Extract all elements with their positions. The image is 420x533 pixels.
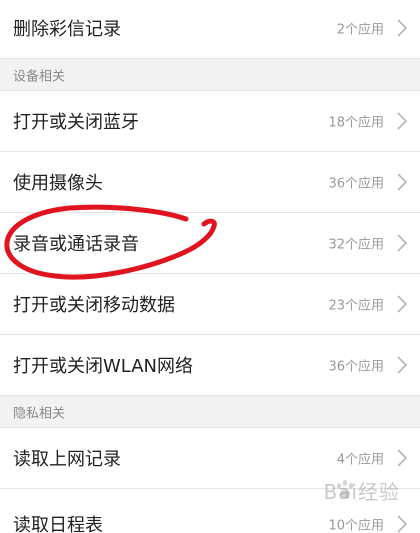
row-label: 打开或关闭WLAN网络 <box>13 356 194 377</box>
chevron-right-icon <box>397 112 408 130</box>
chevron-right-icon <box>397 173 408 191</box>
chevron-right-icon <box>397 449 408 467</box>
row-label: 读取日程表 <box>13 515 103 533</box>
row-label: 读取上网记录 <box>13 449 121 470</box>
row-app-count: 10个应用 <box>328 518 384 533</box>
chevron-right-icon <box>397 295 408 313</box>
watermark-text: Bai经验 <box>323 480 400 504</box>
list-item-record-audio[interactable]: 录音或通话录音 32个应用 <box>0 213 420 274</box>
row-app-count: 36个应用 <box>328 359 384 375</box>
section-title: 设备相关 <box>13 69 66 84</box>
chevron-right-icon <box>397 515 408 533</box>
row-label: 打开或关闭蓝牙 <box>13 112 139 133</box>
row-app-count: 32个应用 <box>328 237 384 253</box>
section-header-privacy: 隐私相关 <box>0 396 420 428</box>
row-app-count: 23个应用 <box>328 298 384 314</box>
chevron-right-icon <box>397 356 408 374</box>
list-item-delete-mms[interactable]: 删除彩信记录 2个应用 <box>0 0 420 59</box>
row-label: 使用摄像头 <box>13 173 103 194</box>
chevron-right-icon <box>397 19 408 37</box>
row-label: 打开或关闭移动数据 <box>13 295 175 316</box>
chevron-right-icon <box>397 234 408 252</box>
row-app-count: 18个应用 <box>328 115 384 131</box>
row-app-count: 4个应用 <box>336 452 384 468</box>
list-item-wlan[interactable]: 打开或关闭WLAN网络 36个应用 <box>0 335 420 396</box>
permission-list-screen: 删除彩信记录 2个应用 设备相关 打开或关闭蓝牙 18个应用 使用摄像头 36个… <box>0 0 420 533</box>
row-app-count: 36个应用 <box>328 176 384 192</box>
row-app-count: 2个应用 <box>336 22 384 38</box>
section-title: 隐私相关 <box>13 406 66 421</box>
list-item-camera[interactable]: 使用摄像头 36个应用 <box>0 152 420 213</box>
section-header-device: 设备相关 <box>0 59 420 91</box>
row-label: 录音或通话录音 <box>13 234 139 255</box>
row-label: 删除彩信记录 <box>13 19 121 40</box>
list-item-mobile-data[interactable]: 打开或关闭移动数据 23个应用 <box>0 274 420 335</box>
list-item-bluetooth[interactable]: 打开或关闭蓝牙 18个应用 <box>0 91 420 152</box>
